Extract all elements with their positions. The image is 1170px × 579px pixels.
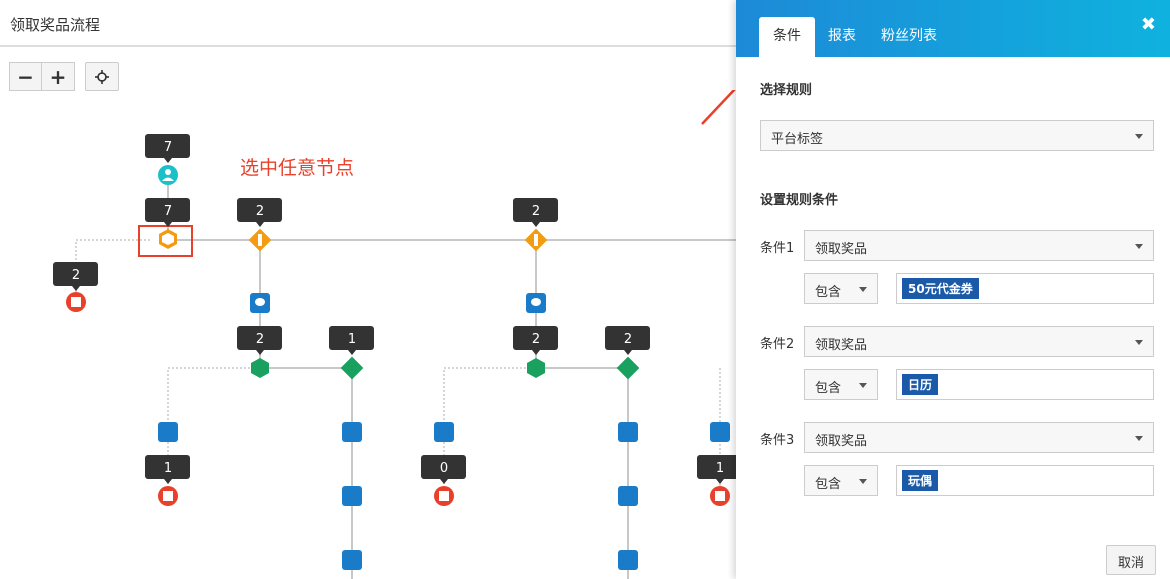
count-badge-top-user: 7 bbox=[164, 140, 172, 155]
condition-1-operator-value: 包含 bbox=[815, 285, 842, 300]
chevron-down-icon bbox=[1135, 134, 1143, 139]
cancel-button[interactable]: 取消 bbox=[1106, 545, 1156, 575]
count-badge-diamond-a: 1 bbox=[348, 332, 356, 347]
rule-select[interactable]: 平台标签 bbox=[760, 120, 1154, 151]
count-badge-branch-a: 2 bbox=[256, 204, 264, 219]
count-badge-hex-b: 2 bbox=[532, 332, 540, 347]
rule-select-value: 平台标签 bbox=[771, 132, 824, 147]
condition-2-label: 条件2 bbox=[760, 337, 795, 352]
condition-2-tag-input[interactable]: 日历 bbox=[896, 369, 1154, 400]
crosshair-icon bbox=[95, 69, 109, 84]
recenter-button[interactable] bbox=[85, 62, 119, 91]
split-node-a-icon[interactable] bbox=[251, 358, 269, 378]
cursor-node-a-icon[interactable] bbox=[342, 486, 362, 506]
message-node-d-icon[interactable] bbox=[342, 422, 362, 442]
split-node-b-icon[interactable] bbox=[527, 358, 545, 378]
count-badge-end-a: 1 bbox=[164, 461, 172, 476]
condition-2-tag[interactable]: 日历 bbox=[902, 374, 939, 395]
zoom-toolbar: − + bbox=[9, 62, 119, 91]
condition-3-label: 条件3 bbox=[760, 433, 795, 448]
flow-canvas[interactable]: 7 7 2 2 2 2 1 2 2 1 0 1 bbox=[0, 90, 740, 579]
message-node-e-icon[interactable] bbox=[434, 422, 454, 442]
condition-1-field-value: 领取奖品 bbox=[815, 242, 868, 257]
count-badge-end-c: 1 bbox=[716, 461, 724, 476]
count-badge-end-b: 0 bbox=[440, 461, 448, 476]
condition-1-tag-input[interactable]: 50元代金券 bbox=[896, 273, 1154, 304]
condition-3-field-select[interactable]: 领取奖品 bbox=[804, 422, 1154, 453]
count-badge-branch-b: 2 bbox=[532, 204, 540, 219]
message-node-g-icon[interactable] bbox=[710, 422, 730, 442]
condition-1-field-select[interactable]: 领取奖品 bbox=[804, 230, 1154, 261]
image-node-icon[interactable] bbox=[618, 486, 638, 506]
zoom-out-button[interactable]: − bbox=[9, 62, 42, 91]
condition-3-operator-select[interactable]: 包含 bbox=[804, 465, 878, 496]
chevron-down-icon bbox=[1135, 436, 1143, 441]
condition-3-field-value: 领取奖品 bbox=[815, 434, 868, 449]
zoom-in-button[interactable]: + bbox=[42, 62, 75, 91]
tab-report[interactable]: 报表 bbox=[814, 17, 870, 57]
condition-3-operator-value: 包含 bbox=[815, 477, 842, 492]
count-badge-selected: 7 bbox=[164, 204, 172, 219]
condition-2-operator-value: 包含 bbox=[815, 381, 842, 396]
chevron-down-icon bbox=[859, 287, 867, 292]
page-title: 领取奖品流程 bbox=[10, 16, 101, 34]
annotation-arrow bbox=[701, 90, 736, 125]
message-node-c-icon[interactable] bbox=[158, 422, 178, 442]
panel-header: 条件 报表 粉丝列表 ✖ bbox=[736, 0, 1170, 57]
tab-conditions[interactable]: 条件 bbox=[759, 17, 815, 57]
condition-2-field-select[interactable]: 领取奖品 bbox=[804, 326, 1154, 357]
chevron-down-icon bbox=[1135, 244, 1143, 249]
page: 领取奖品流程 − + 7 7 2 2 2 2 1 2 2 1 0 1 选中任意节… bbox=[0, 0, 1170, 579]
condition-section-title: 设置规则条件 bbox=[760, 193, 839, 208]
condition-3-tag-input[interactable]: 玩偶 bbox=[896, 465, 1154, 496]
message-node-f-icon[interactable] bbox=[618, 422, 638, 442]
count-badge-diamond-b: 2 bbox=[624, 332, 632, 347]
chevron-down-icon bbox=[1135, 340, 1143, 345]
condition-1-tag[interactable]: 50元代金券 bbox=[902, 278, 979, 299]
cursor-node-b-icon[interactable] bbox=[618, 550, 638, 570]
condition-2-operator-select[interactable]: 包含 bbox=[804, 369, 878, 400]
side-panel: 条件 报表 粉丝列表 ✖ 选择规则 平台标签 设置规则条件 条件1 领取奖品 包… bbox=[736, 0, 1170, 579]
count-badge-hex-a: 2 bbox=[256, 332, 264, 347]
condition-node-d-icon[interactable] bbox=[616, 356, 640, 380]
condition-2-field-value: 领取奖品 bbox=[815, 338, 868, 353]
chevron-down-icon bbox=[859, 479, 867, 484]
condition-1-operator-select[interactable]: 包含 bbox=[804, 273, 878, 304]
condition-node-c-icon[interactable] bbox=[340, 356, 364, 380]
rule-section-title: 选择规则 bbox=[760, 83, 813, 98]
count-badge-end-left: 2 bbox=[72, 268, 80, 283]
tab-fans-list[interactable]: 粉丝列表 bbox=[867, 17, 951, 57]
annotation-text: 选中任意节点 bbox=[240, 157, 355, 179]
close-icon[interactable]: ✖ bbox=[1141, 14, 1156, 35]
condition-1-label: 条件1 bbox=[760, 241, 795, 256]
condition-3-tag[interactable]: 玩偶 bbox=[902, 470, 939, 491]
edit-node-icon[interactable] bbox=[342, 550, 362, 570]
chevron-down-icon bbox=[859, 383, 867, 388]
